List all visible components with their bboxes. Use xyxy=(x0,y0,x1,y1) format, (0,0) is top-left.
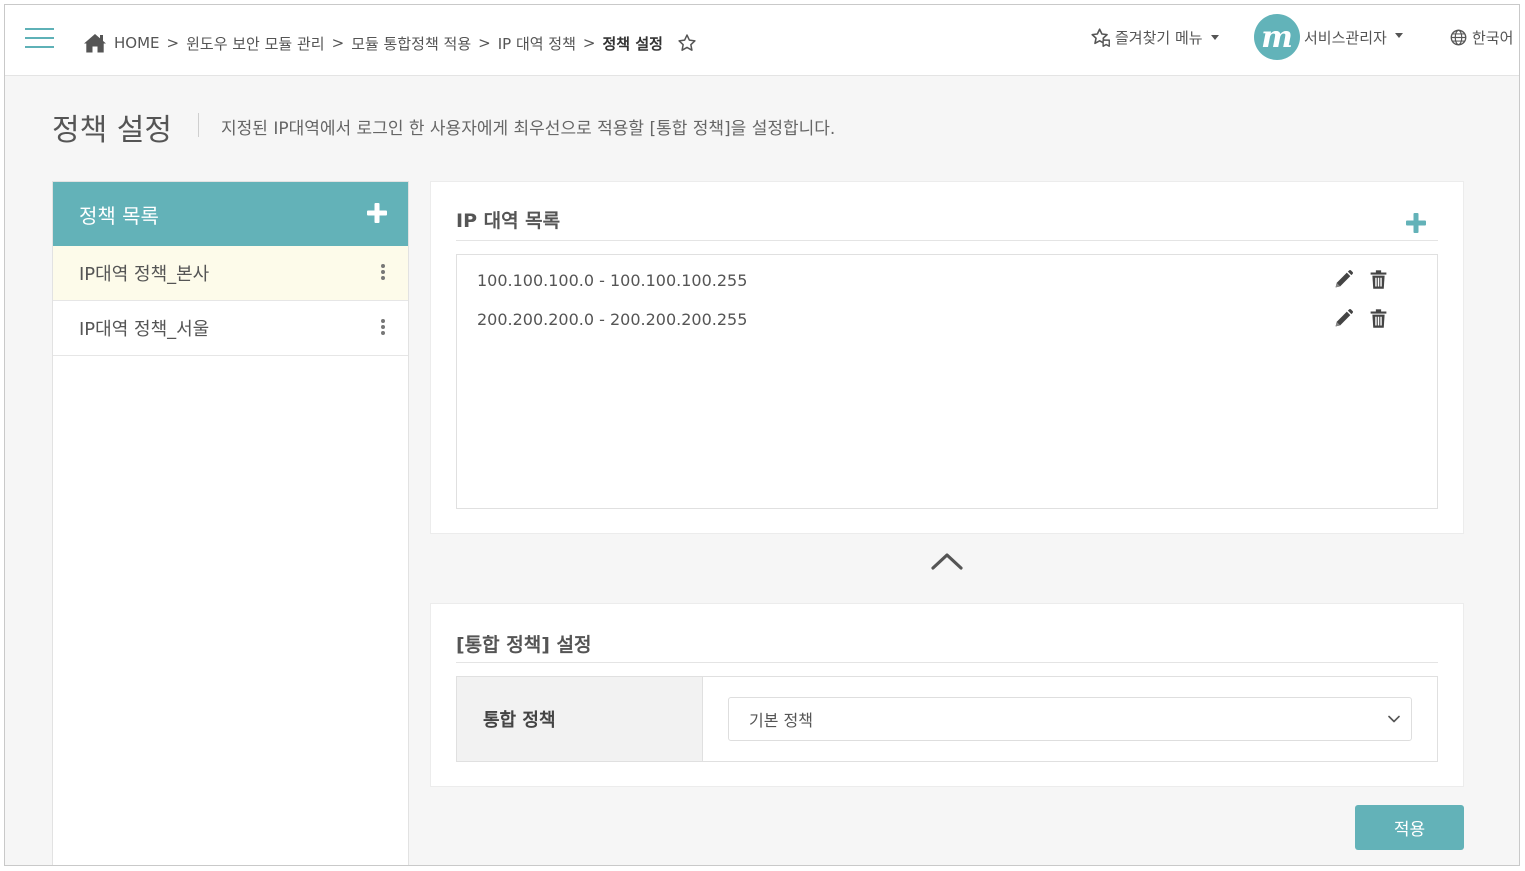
policy-item-label: IP대역 정책_본사 xyxy=(79,264,210,285)
language-label: 한국어 xyxy=(1472,29,1514,47)
star-icon[interactable] xyxy=(677,33,697,53)
selected-policy-value: 기본 정책 xyxy=(749,711,813,730)
policy-item-label: IP대역 정책_서울 xyxy=(79,319,210,340)
chevron-down-icon xyxy=(1388,715,1400,723)
ip-range-row: 200.200.200.0 - 200.200.200.255 xyxy=(477,304,1437,334)
ip-range-card: IP 대역 목록 100.100.100.0 - 100.100.100.255 xyxy=(430,181,1464,534)
ip-range-title: IP 대역 목록 xyxy=(456,210,561,232)
ip-range-text: 200.200.200.0 - 200.200.200.255 xyxy=(477,309,748,329)
user-name: 서비스관리자 xyxy=(1304,28,1387,47)
breadcrumb: HOME > 윈도우 보안 모듈 관리 > 모듈 통합정책 적용 > IP 대역… xyxy=(83,29,697,57)
trash-icon[interactable] xyxy=(1368,269,1389,290)
policy-settings-title: [통합 정책] 설정 xyxy=(456,634,592,656)
chevron-up-icon[interactable] xyxy=(930,550,964,574)
divider xyxy=(456,662,1438,663)
breadcrumb-module-policy[interactable]: 모듈 통합정책 적용 xyxy=(351,33,471,54)
apply-button[interactable]: 적용 xyxy=(1355,805,1464,850)
breadcrumb-separator: > xyxy=(166,34,180,52)
menu-icon[interactable] xyxy=(25,27,55,51)
integrated-policy-select[interactable]: 기본 정책 xyxy=(728,697,1412,741)
policy-list-panel: 정책 목록 IP대역 정책_본사 IP대역 정책_서울 xyxy=(52,181,409,865)
breadcrumb-ip-policy[interactable]: IP 대역 정책 xyxy=(498,33,576,54)
title-divider xyxy=(198,113,199,137)
policy-list-header: 정책 목록 xyxy=(53,182,408,246)
language-menu[interactable]: 한국어 xyxy=(1450,27,1513,48)
caret-down-icon xyxy=(1394,32,1403,38)
breadcrumb-windows-module[interactable]: 윈도우 보안 모듈 관리 xyxy=(186,33,325,54)
avatar: m xyxy=(1254,14,1300,60)
pencil-icon[interactable] xyxy=(1333,308,1354,329)
policy-list-title: 정책 목록 xyxy=(79,203,159,228)
breadcrumb-current: 정책 설정 xyxy=(602,34,663,53)
add-ip-range-icon[interactable] xyxy=(1405,212,1427,234)
home-icon[interactable] xyxy=(83,32,107,54)
breadcrumb-separator: > xyxy=(582,34,596,52)
policy-settings-table: 통합 정책 기본 정책 xyxy=(456,676,1438,762)
policy-list-item[interactable]: IP대역 정책_서울 xyxy=(53,301,408,356)
ip-range-row: 100.100.100.0 - 100.100.100.255 xyxy=(477,265,1437,295)
add-policy-icon[interactable] xyxy=(366,202,388,224)
ip-range-text: 100.100.100.0 - 100.100.100.255 xyxy=(477,270,748,290)
ip-range-list: 100.100.100.0 - 100.100.100.255 200.200.… xyxy=(456,254,1438,509)
integrated-policy-cell: 기본 정책 xyxy=(703,677,1437,761)
more-options-icon[interactable] xyxy=(378,264,388,282)
divider xyxy=(456,240,1438,241)
favorites-menu[interactable]: 즐겨찾기 메뉴 xyxy=(1090,27,1219,48)
trash-icon[interactable] xyxy=(1368,308,1389,329)
breadcrumb-separator: > xyxy=(478,34,491,52)
breadcrumb-separator: > xyxy=(331,34,345,52)
user-menu[interactable]: m 서비스관리자 xyxy=(1254,14,1403,60)
caret-down-icon xyxy=(1210,35,1219,40)
app-frame: HOME > 윈도우 보안 모듈 관리 > 모듈 통합정책 적용 > IP 대역… xyxy=(4,4,1520,866)
integrated-policy-label: 통합 정책 xyxy=(457,677,703,761)
page-description: 지정된 IP대역에서 로그인 한 사용자에게 최우선으로 적용할 [통합 정책]… xyxy=(221,119,836,139)
policy-settings-card: [통합 정책] 설정 통합 정책 기본 정책 xyxy=(430,603,1464,787)
star-tag-icon xyxy=(1091,28,1110,47)
page-title: 정책 설정 xyxy=(52,113,172,148)
breadcrumb-home[interactable]: HOME xyxy=(114,34,160,52)
policy-list-item[interactable]: IP대역 정책_본사 xyxy=(53,246,408,301)
globe-icon xyxy=(1450,29,1467,46)
more-options-icon[interactable] xyxy=(378,319,388,337)
favorites-label: 즐겨찾기 메뉴 xyxy=(1115,29,1203,47)
top-header: HOME > 윈도우 보안 모듈 관리 > 모듈 통합정책 적용 > IP 대역… xyxy=(5,5,1519,76)
pencil-icon[interactable] xyxy=(1333,269,1354,290)
